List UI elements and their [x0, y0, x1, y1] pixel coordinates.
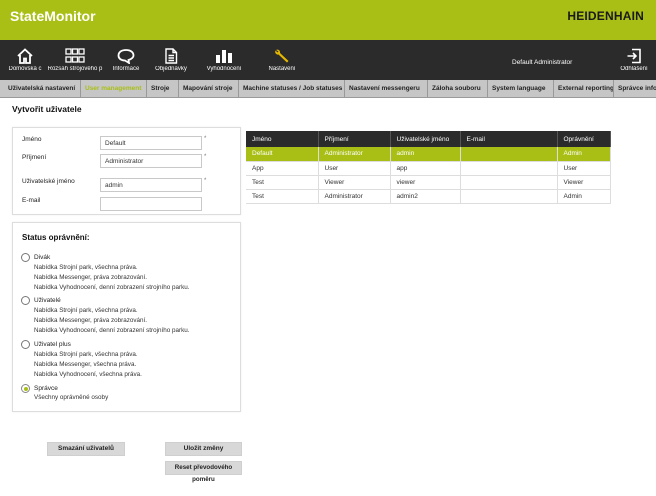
app-title: StateMonitor: [10, 8, 96, 24]
required-mark: *: [204, 178, 207, 184]
settings-tab-bar: Uživatelská nastavení User management St…: [0, 80, 656, 98]
permissions-title: Status oprávnění:: [22, 233, 90, 242]
table-cell: Viewer: [557, 175, 611, 190]
first-name-label: Jméno: [22, 136, 42, 143]
username-label: Uživatelské jméno: [22, 178, 75, 185]
tab-system-language[interactable]: System language: [488, 80, 554, 97]
required-mark: *: [204, 154, 207, 160]
nav-item-information[interactable]: Informace: [108, 40, 144, 80]
tab-external-reporting[interactable]: External reporting BI: [554, 80, 614, 97]
required-mark: *: [204, 136, 207, 142]
table-cell: App: [246, 161, 319, 176]
nav-item-label: Nastavení: [268, 66, 296, 72]
page-title: Vytvořit uživatele: [12, 104, 82, 114]
role-administrator-radio[interactable]: [21, 384, 30, 393]
role-user-plus-description: Nabídka Strojní park, všechna práva. Nab…: [34, 351, 142, 378]
nav-item-label: Informace: [112, 66, 140, 72]
role-viewer-label: Divák: [34, 254, 51, 261]
last-name-field[interactable]: [100, 154, 202, 168]
role-viewer-description: Nabídka Strojní park, všechna práva. Nab…: [34, 264, 190, 291]
save-changes-button[interactable]: Uložit změny: [165, 442, 242, 456]
users-table: Jméno Příjmení Uživatelské jméno E-mail …: [246, 131, 611, 204]
reset-ratio-button[interactable]: Reset převodového poměru: [165, 461, 242, 483]
first-name-field[interactable]: [100, 136, 202, 150]
role-administrator-description: Všechny oprávněné osoby: [34, 394, 109, 401]
logout-icon: [627, 48, 641, 64]
tab-machine-mapping[interactable]: Mapování stroje: [179, 80, 239, 97]
nav-item-machine-park[interactable]: Rozsah strojového p: [46, 40, 104, 80]
column-header[interactable]: Příjmení: [318, 131, 391, 147]
bar-chart-icon: [216, 50, 232, 63]
logout-button[interactable]: Odhlášení: [614, 40, 654, 80]
home-icon: [17, 48, 33, 64]
table-row[interactable]: App User app User: [246, 161, 611, 176]
table-cell: [460, 161, 558, 176]
column-header[interactable]: E-mail: [460, 131, 558, 147]
column-header[interactable]: Uživatelské jméno: [390, 131, 461, 147]
nav-item-home[interactable]: Domovská c: [4, 40, 46, 80]
table-cell: Administrator: [318, 189, 391, 204]
role-user-plus-radio[interactable]: [21, 340, 30, 349]
nav-item-label: Vyhodnocení: [206, 66, 242, 72]
column-header[interactable]: Oprávnění: [557, 131, 611, 147]
table-cell: [460, 189, 558, 204]
tab-machines[interactable]: Stroje: [147, 80, 179, 97]
nav-item-label: Rozsah strojového p: [47, 66, 103, 72]
tab-machine-statuses[interactable]: Machine statuses / Job statuses: [239, 80, 345, 97]
current-user: Default Administrator: [512, 59, 573, 66]
table-cell: admin: [390, 147, 461, 162]
table-cell: Viewer: [318, 175, 391, 190]
table-cell: [460, 175, 558, 190]
nav-item-settings[interactable]: Nastavení: [262, 40, 302, 80]
role-user-plus-label: Uživatel plus: [34, 341, 71, 348]
role-user-description: Nabídka Strojní park, všechna práva. Nab…: [34, 307, 190, 334]
chat-icon: [117, 49, 135, 64]
table-cell: Test: [246, 175, 319, 190]
brand-logo: HEIDENHAIN: [567, 9, 644, 23]
nav-item-label: Odhlášení: [620, 66, 648, 72]
table-row[interactable]: Test Administrator admin2 Admin: [246, 189, 611, 204]
table-cell: viewer: [390, 175, 461, 190]
table-cell: Admin: [557, 189, 611, 204]
role-user-label: Uživatelé: [34, 297, 61, 304]
tab-user-settings[interactable]: Uživatelská nastavení: [4, 80, 81, 97]
grid-icon: [65, 48, 85, 63]
table-cell: [460, 147, 558, 162]
table-cell: admin2: [390, 189, 461, 204]
tab-user-management[interactable]: User management: [81, 80, 147, 97]
last-name-label: Příjmení: [22, 154, 47, 161]
table-cell: app: [390, 161, 461, 176]
username-field[interactable]: [100, 178, 202, 192]
tab-messenger-settings[interactable]: Nastavení messengeru: [345, 80, 428, 97]
tab-administrator-info[interactable]: Správce info: [614, 80, 656, 97]
top-bar: StateMonitor HEIDENHAIN: [0, 0, 656, 40]
table-cell: Default: [246, 147, 319, 162]
nav-item-orders[interactable]: Objednávky: [152, 40, 190, 80]
table-cell: Test: [246, 189, 319, 204]
nav-item-evaluation[interactable]: Vyhodnocení: [202, 40, 246, 80]
table-cell: Administrator: [318, 147, 391, 162]
table-cell: Admin: [557, 147, 611, 162]
table-cell: User: [557, 161, 611, 176]
tab-file-backup[interactable]: Záloha souboru: [428, 80, 488, 97]
table-header-row: Jméno Příjmení Uživatelské jméno E-mail …: [246, 131, 611, 147]
table-cell: User: [318, 161, 391, 176]
email-field[interactable]: [100, 197, 202, 211]
role-administrator-label: Správce: [34, 385, 58, 392]
role-viewer-radio[interactable]: [21, 253, 30, 262]
email-label: E-mail: [22, 197, 41, 204]
wrench-icon: [275, 49, 289, 63]
nav-item-label: Domovská c: [8, 66, 42, 72]
document-icon: [165, 48, 178, 64]
nav-item-label: Objednávky: [155, 66, 187, 72]
table-row[interactable]: Default Administrator admin Admin: [246, 147, 611, 162]
delete-users-button[interactable]: Smazání uživatelů: [47, 442, 125, 456]
column-header[interactable]: Jméno: [246, 131, 319, 147]
role-user-radio[interactable]: [21, 296, 30, 305]
table-row[interactable]: Test Viewer viewer Viewer: [246, 175, 611, 190]
